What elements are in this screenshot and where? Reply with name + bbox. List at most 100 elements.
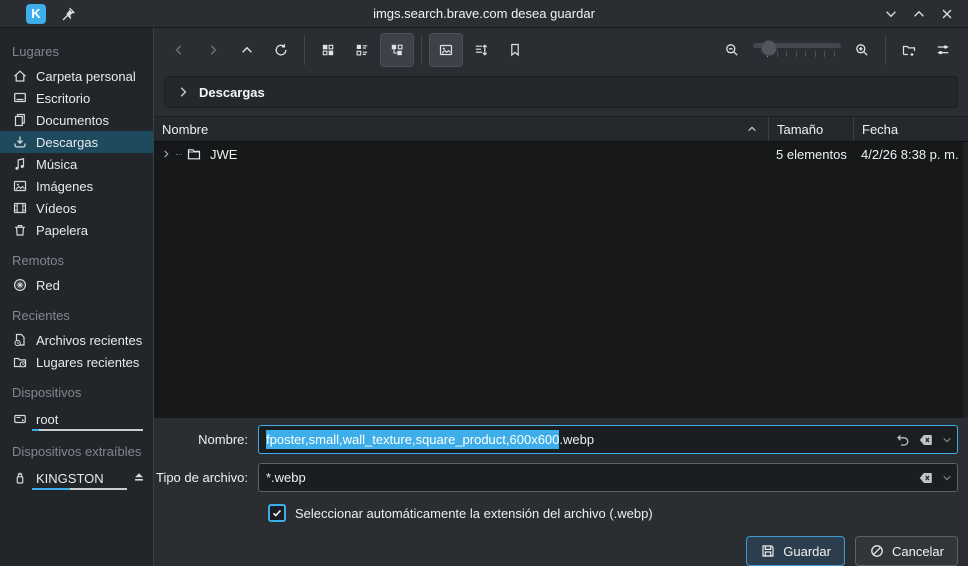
sidebar-item-descargas[interactable]: Descargas (0, 131, 153, 153)
column-header-date[interactable]: Fecha (853, 117, 968, 141)
zoom-slider[interactable] (753, 38, 841, 62)
sidebar-item-escritorio[interactable]: Escritorio (0, 87, 153, 109)
save-icon (760, 543, 776, 559)
file-row-jwe[interactable]: JWE 5 elementos 4/2/26 8:38 p. m. (154, 142, 968, 166)
download-icon (12, 134, 28, 150)
auto-extension-checkbox[interactable] (268, 504, 286, 522)
zoom-in-button[interactable] (846, 34, 878, 66)
harddisk-icon (12, 411, 28, 427)
breadcrumb-current-folder[interactable]: Descargas (199, 85, 265, 100)
undo-icon[interactable] (895, 432, 911, 448)
options-icon (935, 42, 951, 58)
sidebar-item-papelera[interactable]: Papelera (0, 219, 153, 241)
sidebar-item-carpeta-personal[interactable]: Carpeta personal (0, 65, 153, 87)
breadcrumb[interactable]: Descargas (164, 76, 958, 108)
chevron-up-icon (239, 42, 255, 58)
zoom-slider-handle[interactable] (761, 40, 777, 56)
tree-branch (176, 154, 182, 155)
sort-indicator-icon (746, 123, 758, 135)
sort-icon (473, 42, 489, 58)
sidebar-item-imagenes[interactable]: Imágenes (0, 175, 153, 197)
save-file-dialog: K imgs.search.brave.com desea guardar Lu… (0, 0, 968, 566)
toolbar-separator (421, 35, 422, 65)
filename-input[interactable]: fposter,small,wall_texture,square_produc… (258, 425, 958, 454)
sidebar-item-musica[interactable]: Música (0, 153, 153, 175)
vertical-scrollbar[interactable] (963, 142, 968, 418)
chevron-down-icon[interactable] (941, 472, 953, 484)
images-icon (12, 178, 28, 194)
toolbar-separator (885, 35, 886, 65)
kde-app-icon: K (26, 4, 46, 24)
clear-text-icon[interactable] (918, 432, 934, 448)
preview-toggle-button[interactable] (429, 33, 463, 67)
filetype-value: *.webp (266, 470, 306, 485)
section-dispositivos-extraibles: Dispositivos extraíbles (0, 432, 153, 465)
desktop-icon (12, 90, 28, 106)
save-form: Nombre: fposter,small,wall_texture,squar… (154, 418, 968, 566)
cancel-button[interactable]: Cancelar (855, 536, 958, 566)
zoom-out-button[interactable] (716, 34, 748, 66)
places-sidebar: Lugares Carpeta personal Escritorio Docu… (0, 28, 154, 566)
minimize-button[interactable] (882, 5, 900, 23)
tree-view-icon (389, 42, 405, 58)
pin-icon[interactable] (60, 6, 76, 22)
compact-view-button[interactable] (346, 34, 378, 66)
recent-files-icon (12, 332, 28, 348)
section-dispositivos: Dispositivos (0, 373, 153, 406)
cancel-icon (869, 543, 885, 559)
icon-view-icon (320, 42, 336, 58)
sidebar-item-videos[interactable]: Vídeos (0, 197, 153, 219)
refresh-button[interactable] (265, 34, 297, 66)
column-header-name[interactable]: Nombre (154, 122, 768, 137)
section-recientes: Recientes (0, 296, 153, 329)
documents-icon (12, 112, 28, 128)
sidebar-item-documentos[interactable]: Documentos (0, 109, 153, 131)
sidebar-item-kingston[interactable]: KINGSTON (0, 465, 153, 491)
filename-extension-text: .webp (559, 432, 594, 447)
sidebar-item-red[interactable]: Red (0, 274, 153, 296)
file-size: 5 elementos (768, 147, 853, 162)
chevron-down-icon[interactable] (941, 434, 953, 446)
icon-view-button[interactable] (312, 34, 344, 66)
file-view[interactable]: JWE 5 elementos 4/2/26 8:38 p. m. (154, 142, 968, 418)
file-name[interactable]: JWE (210, 147, 237, 162)
filetype-combobox[interactable]: *.webp (258, 463, 958, 492)
new-folder-button[interactable] (893, 34, 925, 66)
titlebar[interactable]: K imgs.search.brave.com desea guardar (0, 0, 968, 28)
bookmark-icon (507, 42, 523, 58)
forward-button[interactable] (197, 34, 229, 66)
chevron-right-icon (205, 42, 221, 58)
filename-selected-text: fposter,small,wall_texture,square_produc… (266, 430, 559, 449)
sidebar-item-lugares-recientes[interactable]: Lugares recientes (0, 351, 153, 373)
name-label: Nombre: (154, 432, 258, 447)
eject-icon[interactable] (131, 468, 147, 484)
toolbar-separator (304, 35, 305, 65)
expander-icon[interactable] (160, 148, 172, 160)
column-header-size[interactable]: Tamaño (768, 117, 853, 141)
zoom-in-icon (854, 42, 870, 58)
sidebar-item-root[interactable]: root (0, 406, 153, 432)
folder-icon (186, 146, 202, 162)
bookmark-button[interactable] (499, 34, 531, 66)
chevron-right-icon (175, 84, 191, 100)
window-title: imgs.search.brave.com desea guardar (0, 6, 968, 21)
auto-extension-label: Seleccionar automáticamente la extensión… (295, 506, 653, 521)
tree-view-button[interactable] (380, 33, 414, 67)
save-button[interactable]: Guardar (746, 536, 845, 566)
sidebar-item-archivos-recientes[interactable]: Archivos recientes (0, 329, 153, 351)
preview-icon (438, 42, 454, 58)
compact-view-icon (354, 42, 370, 58)
filetype-label: Tipo de archivo: (154, 470, 258, 485)
auto-extension-option[interactable]: Seleccionar automáticamente la extensión… (268, 504, 958, 522)
maximize-button[interactable] (910, 5, 928, 23)
file-date: 4/2/26 8:38 p. m. (853, 147, 968, 162)
clear-text-icon[interactable] (918, 470, 934, 486)
network-icon (12, 277, 28, 293)
options-button[interactable] (927, 34, 959, 66)
new-folder-icon (901, 42, 917, 58)
close-button[interactable] (938, 5, 956, 23)
back-button[interactable] (163, 34, 195, 66)
chevron-left-icon (171, 42, 187, 58)
up-button[interactable] (231, 34, 263, 66)
sort-button[interactable] (465, 34, 497, 66)
